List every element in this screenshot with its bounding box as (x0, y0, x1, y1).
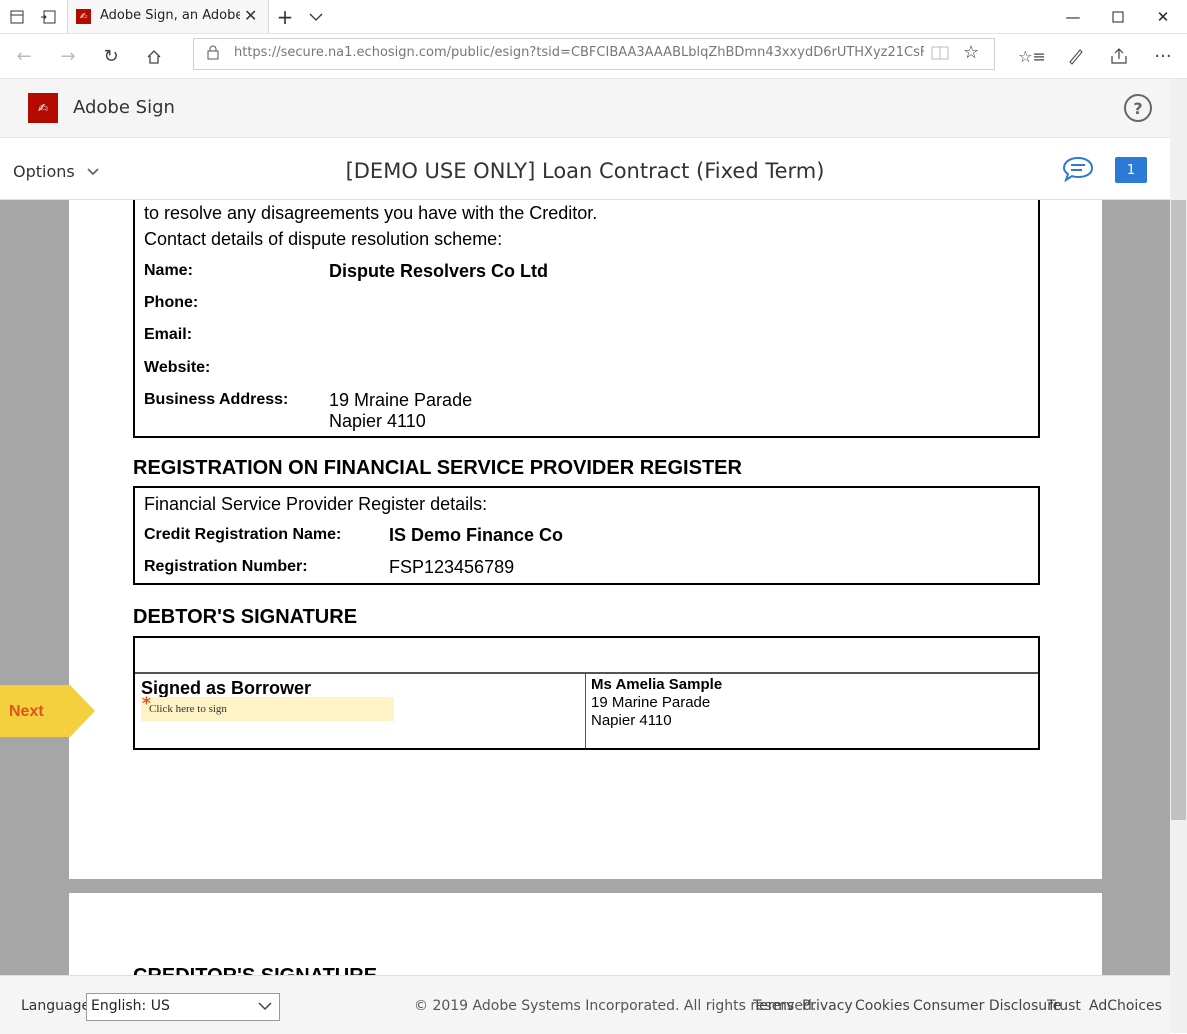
comment-icon[interactable] (1062, 156, 1094, 183)
options-label: Options (13, 162, 75, 181)
document-viewer: to resolve any disagreements you have wi… (0, 200, 1170, 975)
borrower-name: Ms Amelia Sample (591, 676, 723, 693)
document-header: [DEMO USE ONLY] Loan Contract (Fixed Ter… (0, 138, 1170, 200)
signature-placeholder: Click here to sign (149, 703, 227, 715)
reading-view-icon[interactable] (931, 45, 949, 65)
document-page: CREDITOR'S SIGNATURE (69, 893, 1102, 975)
tab-actions-icon[interactable] (6, 6, 28, 28)
signature-field[interactable]: * Click here to sign (141, 694, 394, 721)
dispute-resolution-box: to resolve any disagreements you have wi… (133, 200, 1040, 438)
share-icon[interactable] (1106, 43, 1132, 69)
footer-link-privacy[interactable]: Privacy (802, 998, 853, 1014)
business-address-line: 19 Mraine Parade (329, 390, 473, 410)
credit-registration-name-label: Credit Registration Name: (144, 526, 342, 543)
page-count-badge[interactable]: 1 (1115, 157, 1147, 183)
maximize-button[interactable] (1095, 0, 1141, 33)
chevron-down-icon[interactable] (305, 6, 327, 28)
tab-title: Adobe Sign, an Adobe D (100, 8, 240, 23)
language-label: Language (21, 998, 91, 1014)
business-address-line: Napier 4110 (329, 411, 426, 431)
scrollbar-thumb[interactable] (1171, 200, 1186, 820)
business-address-label: Business Address: (144, 391, 289, 408)
help-icon[interactable]: ? (1124, 94, 1152, 122)
next-button[interactable]: Next (0, 685, 95, 737)
pen-icon[interactable] (1063, 43, 1089, 69)
registration-number-value: FSP123456789 (389, 557, 515, 577)
email-label: Email: (144, 326, 193, 343)
footer-link-terms[interactable]: Terms (753, 998, 794, 1014)
footer: Language English: US © 2019 Adobe System… (0, 975, 1170, 1034)
divider (585, 672, 586, 748)
app-name: Adobe Sign (73, 97, 175, 118)
debtor-signature-heading: DEBTOR'S SIGNATURE (133, 606, 358, 628)
adobe-sign-favicon-icon: ✍ (76, 9, 91, 24)
signed-as-label: Signed as Borrower (141, 678, 312, 698)
language-value: English: US (91, 998, 170, 1014)
forward-arrow-icon[interactable]: → (55, 43, 81, 69)
footer-link-cookies[interactable]: Cookies (855, 998, 910, 1014)
set-tabs-aside-icon[interactable] (37, 6, 59, 28)
refresh-icon[interactable]: ↻ (98, 43, 124, 69)
dispute-text: to resolve any disagreements you have wi… (144, 203, 598, 223)
fsp-details-text: Financial Service Provider Register deta… (144, 494, 488, 514)
website-label: Website: (144, 359, 211, 376)
close-window-button[interactable]: ✕ (1140, 0, 1186, 33)
browser-navbar: ← → ↻ https://secure.na1.echosign.com/pu… (0, 34, 1187, 79)
registration-number-label: Registration Number: (144, 558, 308, 575)
favorite-star-icon[interactable]: ☆ (963, 42, 979, 63)
adobe-sign-logo-icon: ✍ (28, 93, 58, 123)
debtor-signature-box: Signed as Borrower Ms Amelia Sample 19 M… (133, 636, 1040, 750)
chevron-down-icon (257, 996, 273, 1020)
home-icon[interactable] (141, 43, 167, 69)
browser-tab[interactable]: ✍ Adobe Sign, an Adobe D ✕ (67, 0, 269, 33)
document-title: [DEMO USE ONLY] Loan Contract (Fixed Ter… (345, 159, 825, 183)
name-label: Name: (144, 262, 193, 279)
browser-titlebar: ✍ Adobe Sign, an Adobe D ✕ + — ✕ (0, 0, 1187, 34)
credit-registration-name-value: IS Demo Finance Co (389, 525, 564, 545)
more-menu-icon[interactable]: ··· (1150, 43, 1176, 69)
app-header: ✍ Adobe Sign ? (0, 79, 1170, 138)
lock-icon (207, 45, 219, 64)
registration-box: Financial Service Provider Register deta… (133, 486, 1040, 585)
creditor-signature-heading: CREDITOR'S SIGNATURE (133, 965, 377, 975)
url-text: https://secure.na1.echosign.com/public/e… (234, 45, 924, 60)
tab-close-icon[interactable]: ✕ (244, 6, 257, 25)
divider (135, 672, 1038, 674)
minimize-button[interactable]: — (1050, 0, 1096, 33)
document-page: to resolve any disagreements you have wi… (69, 200, 1102, 879)
back-arrow-icon[interactable]: ← (11, 43, 37, 69)
registration-heading: REGISTRATION ON FINANCIAL SERVICE PROVID… (133, 457, 742, 479)
borrower-address-line: 19 Marine Parade (591, 694, 711, 711)
address-bar[interactable]: https://secure.na1.echosign.com/public/e… (193, 38, 995, 70)
favorites-icon[interactable]: ☆≡ (1018, 43, 1046, 69)
dispute-text: Contact details of dispute resolution sc… (144, 229, 503, 249)
borrower-address-line: Napier 4110 (591, 712, 672, 729)
language-select[interactable]: English: US (86, 993, 280, 1021)
chevron-down-icon (87, 168, 99, 176)
footer-link-adchoices[interactable]: AdChoices (1089, 998, 1162, 1014)
name-value: Dispute Resolvers Co Ltd (329, 261, 549, 281)
new-tab-icon[interactable]: + (274, 5, 296, 29)
footer-link-consumer-disclosure[interactable]: Consumer Disclosure (913, 998, 1061, 1014)
footer-link-trust[interactable]: Trust (1047, 998, 1081, 1014)
phone-label: Phone: (144, 294, 199, 311)
options-menu[interactable]: Options (13, 162, 100, 181)
next-label: Next (9, 703, 44, 720)
